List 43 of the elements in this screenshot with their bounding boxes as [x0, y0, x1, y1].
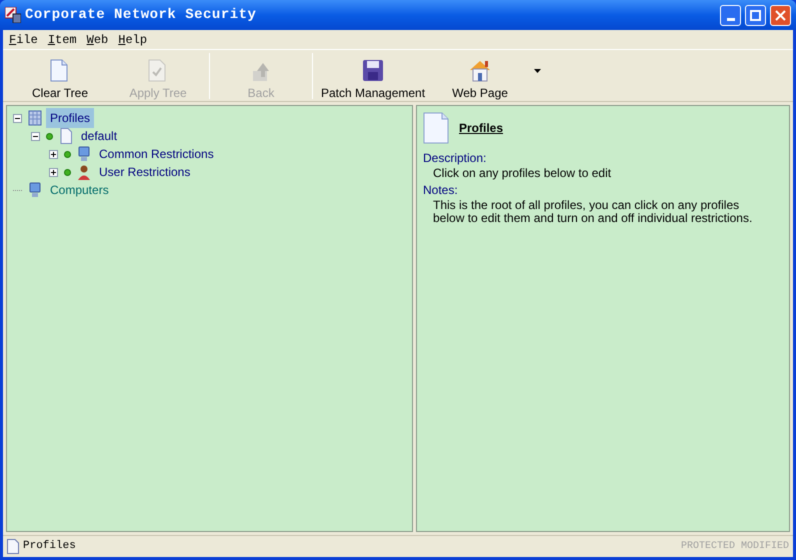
expander-button[interactable] — [13, 114, 22, 122]
document-icon — [7, 539, 19, 554]
expander-button[interactable] — [31, 132, 40, 140]
document-icon — [423, 112, 449, 144]
maximize-icon — [750, 10, 761, 20]
detail-title: Profiles — [459, 120, 504, 137]
menu-item[interactable]: Item — [48, 30, 77, 48]
app-icon — [5, 7, 21, 23]
minimize-button[interactable] — [720, 4, 741, 26]
section-text: Click on any profiles below to edit — [432, 167, 612, 180]
tree-item[interactable]: Computers — [46, 180, 113, 200]
section-heading: Notes: — [423, 182, 459, 198]
section-heading: Description: — [423, 150, 488, 166]
close-icon — [775, 10, 786, 20]
computer-icon — [28, 182, 42, 198]
menu-item[interactable]: File — [9, 30, 38, 48]
plus-icon — [51, 170, 56, 174]
plus-icon — [51, 152, 56, 156]
computer-icon — [77, 146, 91, 162]
person-icon — [77, 164, 91, 180]
toolbar-button[interactable]: Clear Tree — [11, 52, 109, 100]
status-text: Profiles — [23, 539, 77, 554]
tree-item[interactable]: default — [77, 126, 122, 146]
section-text: This is the root of all profiles, you can click on any profiles below to edit them and turn on and off individual restrictions. — [432, 199, 754, 225]
close-button[interactable] — [770, 4, 791, 26]
toolbar-button[interactable]: Web Page — [431, 52, 530, 100]
maximize-button[interactable] — [745, 4, 766, 26]
window-title: Corporate Network Security — [25, 6, 258, 24]
expander-button[interactable] — [49, 168, 58, 176]
tree-item[interactable]: User Restrictions — [95, 162, 194, 182]
toolbar-button[interactable]: Patch Management — [315, 52, 432, 100]
menu-item[interactable]: Web — [86, 30, 108, 48]
grid-icon — [28, 110, 42, 126]
menu-item[interactable]: Help — [118, 30, 148, 48]
expander-button[interactable] — [49, 150, 58, 158]
document-icon — [59, 128, 73, 144]
tree-item[interactable]: Common Restrictions — [95, 144, 218, 164]
status-label: MODIFIED — [740, 540, 789, 554]
status-label: PROTECTED — [680, 540, 735, 554]
caret-icon — [534, 68, 541, 72]
minimize-icon — [726, 18, 734, 20]
tree-item[interactable]: Profiles — [46, 108, 94, 128]
house-icon — [468, 58, 492, 82]
